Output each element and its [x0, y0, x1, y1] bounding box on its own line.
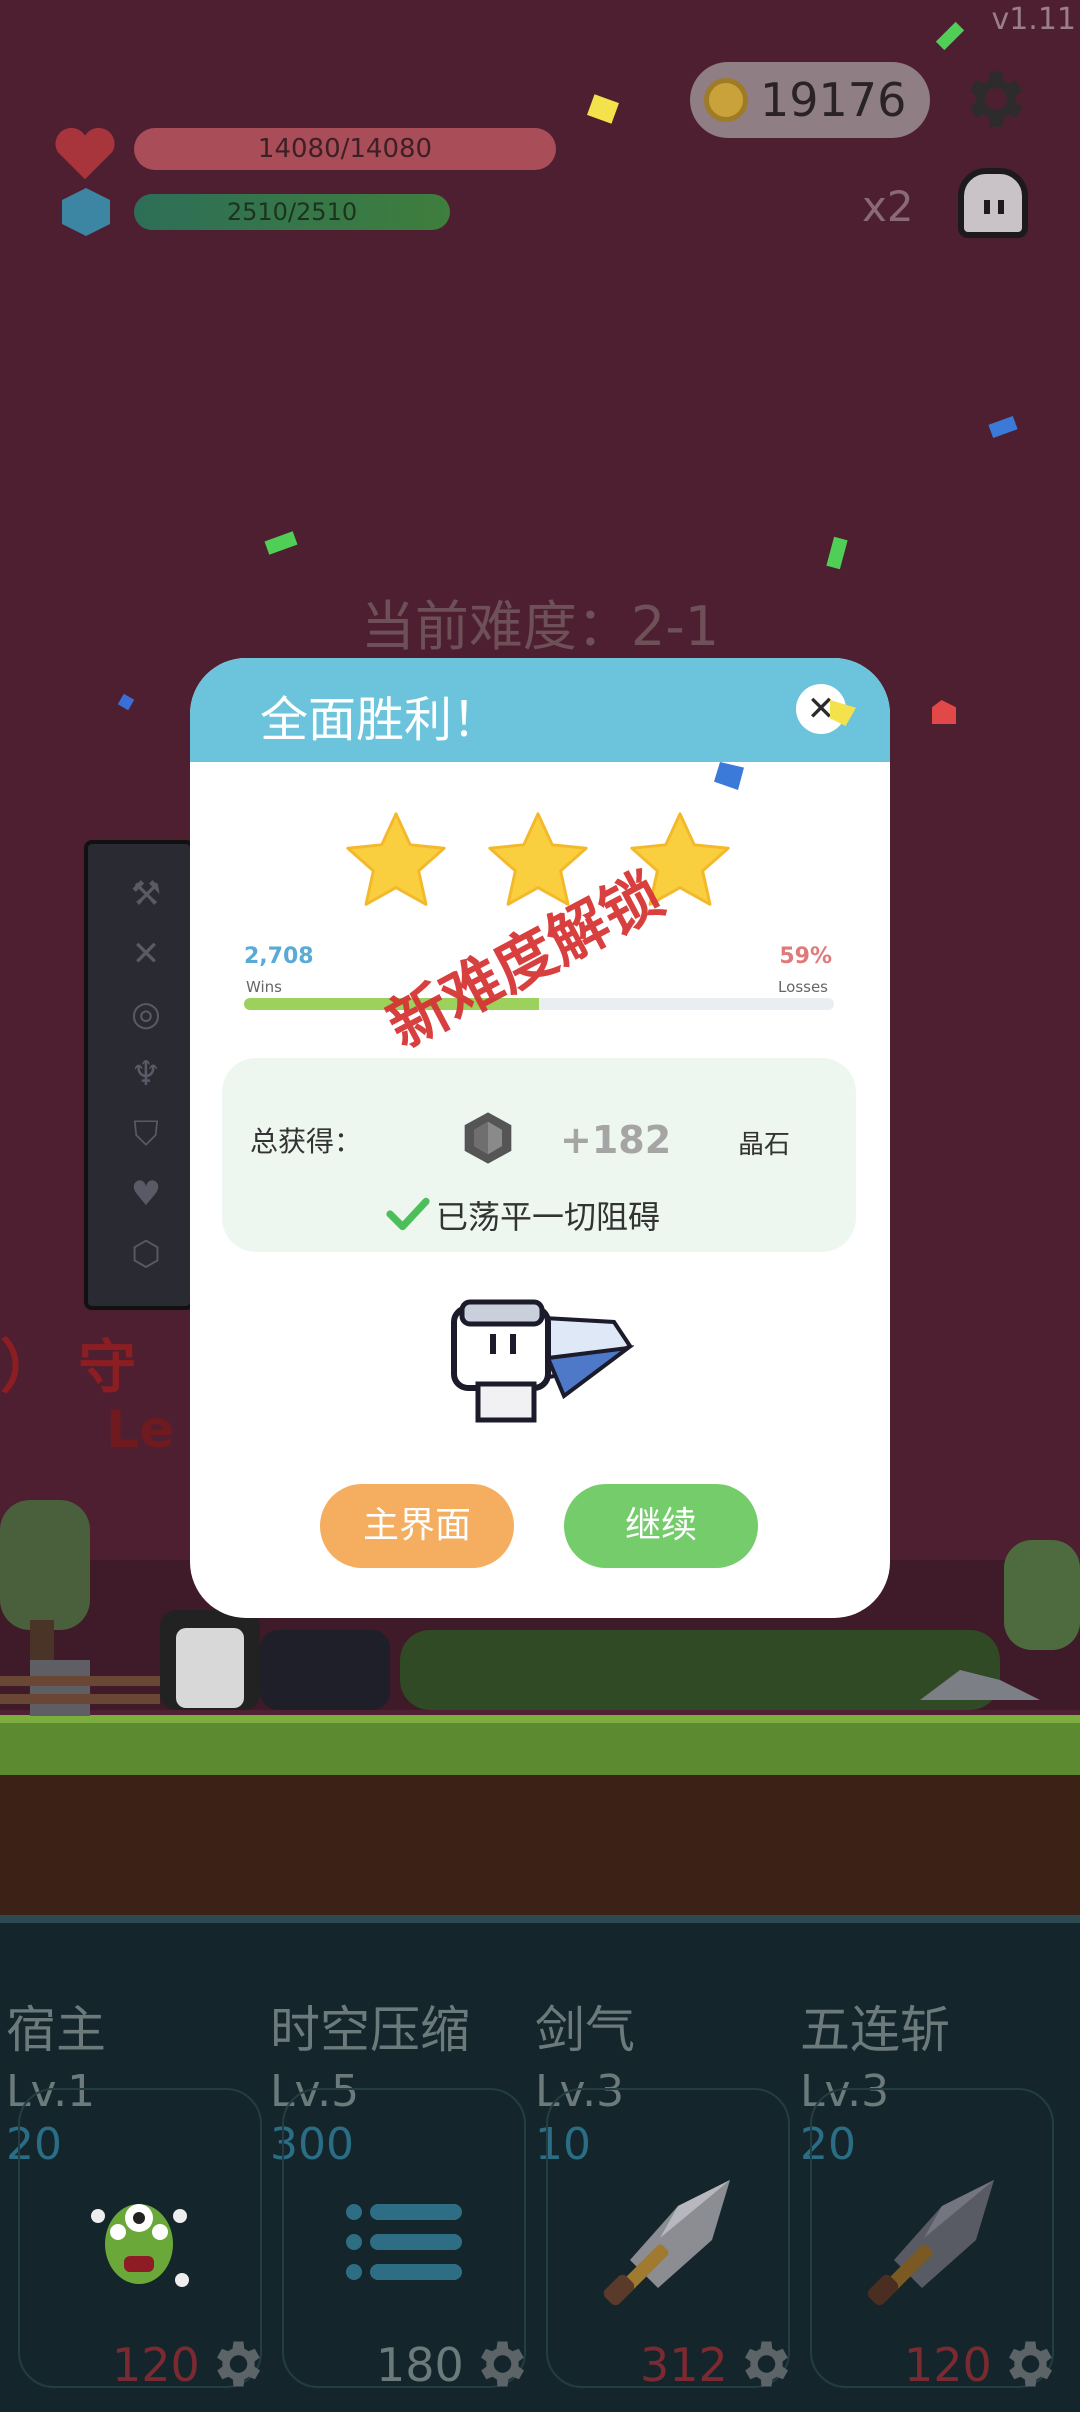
ghost-icon[interactable] — [958, 168, 1028, 238]
heart-icon — [55, 127, 115, 180]
reward-unit: 晶石 — [738, 1130, 791, 1160]
skill-name: 五连斩 — [800, 2001, 950, 2059]
coin-count: 19176 — [760, 73, 907, 127]
losses-value: 59% — [779, 944, 832, 969]
upgrade-gear-icon[interactable] — [998, 2334, 1058, 2394]
speed-toggle[interactable]: x2 — [862, 182, 914, 231]
axe-icon[interactable]: ⚒ — [124, 874, 168, 914]
losses-label: Losses — [778, 978, 828, 996]
ability-sidebar: ⚒ ✕ ◎ ♆ ⛉ ♥ ⬡ — [84, 840, 194, 1310]
upgrade-gear-icon[interactable] — [734, 2334, 794, 2394]
skill-price: 120 — [112, 2338, 200, 2392]
star-icon — [346, 812, 446, 906]
reward-amount: +182 — [560, 1118, 672, 1162]
dirt-ground — [0, 1775, 1080, 1915]
skill-name: 宿主 — [6, 2001, 106, 2059]
background-red-text: ） 守 — [0, 1333, 137, 1401]
settings-gear-icon[interactable] — [956, 62, 1030, 136]
win-progress-bar — [244, 998, 834, 1010]
skill-name: 剑气 — [535, 2001, 635, 2059]
main-menu-button[interactable]: 主界面 — [320, 1484, 514, 1568]
horned-helmet-icon[interactable]: ♆ — [124, 1054, 168, 1094]
mp-text: 2510/2510 — [226, 198, 358, 226]
wins-label: Wins — [246, 978, 282, 996]
check-icon — [386, 1197, 430, 1231]
dialog-title: 全面胜利！ — [260, 692, 501, 748]
dark-sword-icon — [867, 2180, 994, 2306]
target-icon[interactable]: ◎ — [124, 994, 168, 1034]
version-label: v1.11 — [991, 2, 1076, 37]
cleared-message: 已荡平一切阻碍 — [436, 1198, 661, 1236]
wins-value: 2,708 — [244, 944, 314, 969]
upgrade-gear-icon[interactable] — [206, 2334, 266, 2394]
skill-name: 时空压缩 — [270, 2001, 470, 2059]
background-level-text: Le — [106, 1400, 175, 1460]
crossed-swords-icon[interactable]: ✕ — [124, 934, 168, 974]
skill-price: 312 — [640, 2338, 728, 2392]
green-monster-icon — [91, 2204, 189, 2287]
hero-knight-icon — [451, 1299, 634, 1423]
upgrade-gear-icon[interactable] — [470, 2334, 530, 2394]
hp-text: 14080/14080 — [257, 134, 433, 164]
sword-icon — [603, 2180, 730, 2306]
reward-label: 总获得： — [250, 1125, 363, 1158]
crystal-icon — [464, 1112, 512, 1164]
heart-icon[interactable]: ♥ — [124, 1174, 168, 1214]
continue-button[interactable]: 继续 — [564, 1484, 758, 1568]
grass-ground — [0, 1715, 1080, 1775]
skill-price: 120 — [904, 2338, 992, 2392]
list-icon — [346, 2204, 462, 2280]
victory-dialog: 全面胜利！ ✕ 2,708 Wins 59% Losses 总获得： +182 … — [190, 658, 890, 1618]
coin-icon — [704, 78, 748, 122]
difficulty-label: 当前难度：2-1 — [360, 595, 720, 658]
hexagon-gem-icon[interactable]: ⬡ — [124, 1234, 168, 1274]
skill-price: 180 — [376, 2338, 464, 2392]
coin-counter: 19176 — [690, 62, 930, 138]
shield-icon[interactable]: ⛉ — [124, 1114, 168, 1154]
